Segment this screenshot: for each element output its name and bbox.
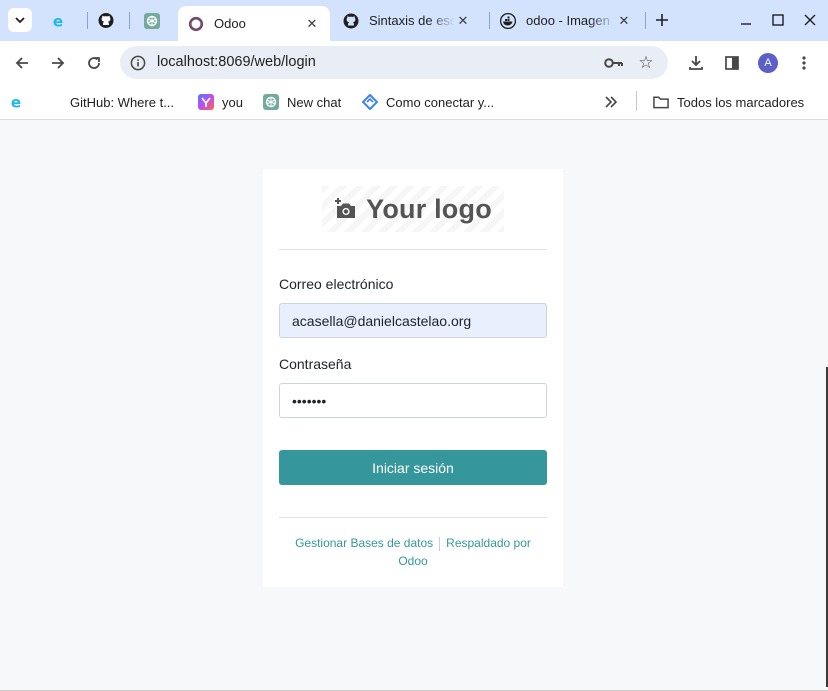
bookmarks-overflow-button[interactable] (604, 91, 618, 113)
bookmarks-separator (636, 91, 637, 111)
new-tab-button[interactable] (650, 8, 674, 32)
edge-e-icon: e (52, 12, 68, 30)
chevron-down-icon (15, 17, 25, 24)
header-divider (279, 249, 547, 250)
docker-icon (500, 12, 516, 29)
bookmark-edge[interactable]: e (10, 91, 34, 113)
tab-github[interactable] (88, 8, 128, 33)
maximize-button[interactable] (766, 8, 790, 32)
url-text[interactable]: localhost:8069/web/login (157, 54, 316, 70)
tab-sintaxis[interactable]: Sintaxis de esc ✕ (333, 8, 481, 33)
minimize-icon (741, 23, 751, 25)
downloads-button[interactable] (683, 50, 709, 76)
company-logo: Your logo (322, 186, 504, 232)
edge-e-icon: e (10, 93, 26, 111)
address-bar[interactable]: localhost:8069/web/login ☆ (120, 46, 668, 79)
github-icon (343, 13, 359, 29)
close-icon (804, 14, 816, 26)
back-button[interactable] (9, 50, 35, 76)
browser-toolbar: localhost:8069/web/login ☆ A (0, 41, 828, 84)
login-card: Your logo Correo electrónico acasella@da… (263, 169, 563, 587)
footer-links: Gestionar Bases de datos Respaldado por O… (279, 534, 547, 570)
odoo-icon (188, 16, 204, 32)
bookmark-github[interactable]: GitHub: Where t... (70, 91, 174, 113)
tab-search-button[interactable] (8, 8, 32, 32)
maximize-icon (772, 14, 784, 26)
svg-text:e: e (53, 12, 63, 30)
password-label: Contraseña (279, 356, 352, 372)
reload-icon (88, 57, 100, 69)
logo-text: Your logo (366, 193, 492, 224)
tab-edge[interactable]: e (42, 8, 86, 33)
tab-separator (645, 12, 646, 29)
tab-docker-odoo[interactable]: odoo - Imagen ✕ (490, 8, 642, 33)
site-info-icon[interactable] (128, 53, 148, 73)
bookmark-you[interactable]: you (198, 91, 243, 113)
chatgpt-icon (263, 94, 279, 110)
password-key-icon[interactable] (602, 52, 626, 74)
close-tab-icon[interactable]: ✕ (304, 16, 320, 32)
footer-divider (279, 517, 547, 518)
bookmarks-bar: e GitHub: Where t... you New chat Como c… (0, 84, 828, 120)
add-camera-icon (335, 198, 356, 218)
close-window-button[interactable] (798, 8, 822, 32)
svg-text:e: e (11, 93, 21, 111)
close-tab-icon[interactable]: ✕ (616, 13, 632, 29)
tab-separator (129, 12, 130, 29)
reload-button[interactable] (81, 50, 107, 76)
side-panel-button[interactable] (719, 50, 745, 76)
email-label: Correo electrónico (279, 276, 394, 292)
all-bookmarks-folder[interactable]: Todos los marcadores (653, 91, 804, 113)
bookmark-como-conectar[interactable]: Como conectar y... (362, 91, 494, 113)
menu-button[interactable] (791, 50, 817, 76)
plus-icon (656, 14, 668, 26)
gradient-app-icon (198, 94, 214, 110)
email-field[interactable]: acasella@danielcastelao.org (279, 303, 547, 338)
bookmark-new-chat[interactable]: New chat (263, 91, 341, 113)
profile-avatar[interactable]: A (758, 53, 778, 73)
login-button[interactable]: Iniciar sesión (279, 450, 547, 485)
password-field[interactable]: ••••••• (279, 383, 547, 418)
manage-databases-link[interactable]: Gestionar Bases de datos (295, 536, 433, 550)
footer-separator (439, 536, 441, 551)
double-chevron-right-icon (605, 96, 618, 108)
chatgpt-icon (144, 12, 160, 29)
arrow-left-icon (15, 57, 28, 69)
bookmark-star-icon[interactable]: ☆ (634, 52, 658, 74)
arrow-right-icon (52, 57, 65, 69)
github-icon (98, 13, 114, 29)
side-panel-icon (725, 56, 739, 70)
tab-chatgpt[interactable] (134, 8, 174, 33)
forward-button[interactable] (45, 50, 71, 76)
close-tab-icon[interactable]: ✕ (455, 13, 471, 29)
diamond-icon (362, 94, 378, 110)
tab-odoo[interactable]: Odoo ✕ (178, 6, 330, 41)
minimize-button[interactable] (734, 8, 758, 32)
download-icon (689, 56, 703, 70)
kebab-menu-icon (802, 56, 806, 70)
folder-icon (653, 94, 669, 110)
tab-strip: e Odoo ✕ Sintaxis de esc ✕ odoo - Imagen… (0, 0, 828, 41)
